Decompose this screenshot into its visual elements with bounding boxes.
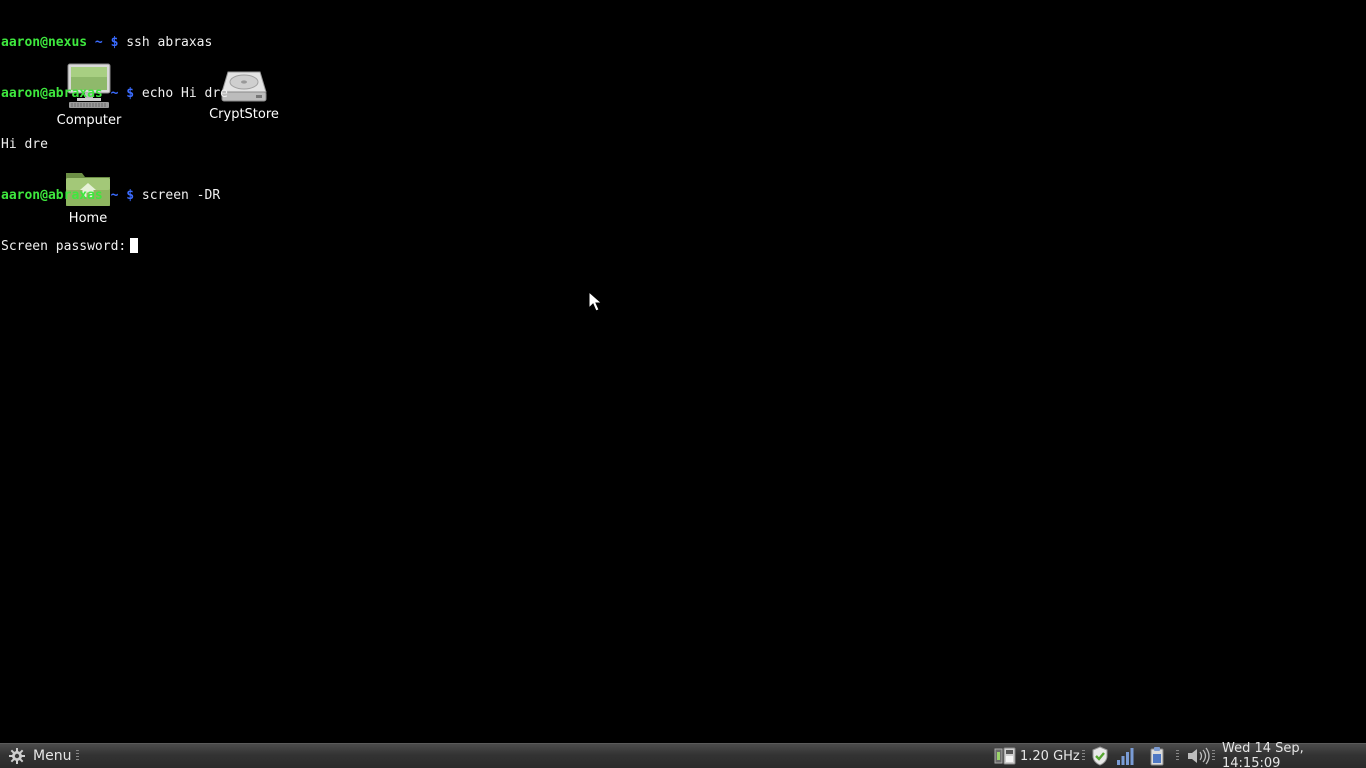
prompt-symbol: $ bbox=[126, 188, 135, 203]
panel-separator-handle bbox=[1212, 750, 1215, 761]
network-applet[interactable] bbox=[1115, 744, 1135, 768]
bottom-panel: Menu 1.20 GHz Wed 14 Sep, 14:15:09 bbox=[0, 741, 1366, 768]
prompt-user-host: aaron@abraxas bbox=[1, 188, 103, 203]
clipboard-icon bbox=[1150, 747, 1164, 766]
volume-icon bbox=[1188, 747, 1210, 765]
clock-label: Wed 14 Sep, 14:15:09 bbox=[1222, 741, 1304, 768]
terminal-prompt-line: aaron@abraxas ~ $ screen -DR bbox=[1, 187, 228, 204]
panel-separator-handle bbox=[76, 750, 79, 761]
terminal-output-line: Hi dre bbox=[1, 136, 228, 153]
cpu-frequency-label: 1.20 GHz bbox=[1020, 748, 1080, 764]
menu-button[interactable]: Menu bbox=[4, 744, 77, 768]
terminal-output[interactable]: aaron@nexus ~ $ ssh abraxas aaron@abraxa… bbox=[1, 0, 228, 272]
mouse-pointer-icon bbox=[588, 291, 602, 312]
clipboard-applet[interactable] bbox=[1148, 744, 1166, 768]
security-shield-icon bbox=[1092, 746, 1108, 766]
text-cursor[interactable] bbox=[130, 238, 139, 253]
cpu-frequency-applet[interactable]: 1.20 GHz bbox=[994, 744, 1080, 768]
update-manager-applet[interactable] bbox=[1090, 744, 1110, 768]
terminal-prompt-line: aaron@nexus ~ $ ssh abraxas bbox=[1, 34, 228, 51]
menu-label: Menu bbox=[33, 748, 72, 764]
prompt-symbol: $ bbox=[110, 35, 119, 50]
sound-applet[interactable] bbox=[1186, 744, 1210, 768]
terminal-command: echo Hi dre bbox=[141, 86, 228, 101]
prompt-cwd: ~ bbox=[94, 35, 103, 50]
prompt-cwd: ~ bbox=[110, 188, 119, 203]
panel-separator-handle bbox=[1176, 750, 1179, 761]
network-signal-icon bbox=[1117, 748, 1134, 765]
prompt-cwd: ~ bbox=[110, 86, 119, 101]
panel-separator-handle bbox=[1082, 750, 1085, 761]
prompt-user-host: aaron@abraxas bbox=[1, 86, 103, 101]
terminal-command: ssh abraxas bbox=[126, 35, 213, 50]
cpu-icon bbox=[994, 747, 1016, 765]
password-prompt-line[interactable]: Screen password: bbox=[1, 238, 228, 255]
terminal-command: screen -DR bbox=[141, 188, 221, 203]
prompt-user-host: aaron@nexus bbox=[1, 35, 88, 50]
terminal-prompt-line: aaron@abraxas ~ $ echo Hi dre bbox=[1, 85, 228, 102]
terminal-output-text: Hi dre bbox=[1, 137, 48, 152]
clock-applet[interactable]: Wed 14 Sep, 14:15:09 bbox=[1222, 741, 1366, 768]
password-prompt: Screen password: bbox=[1, 239, 127, 254]
gear-icon bbox=[9, 748, 25, 764]
prompt-symbol: $ bbox=[126, 86, 135, 101]
